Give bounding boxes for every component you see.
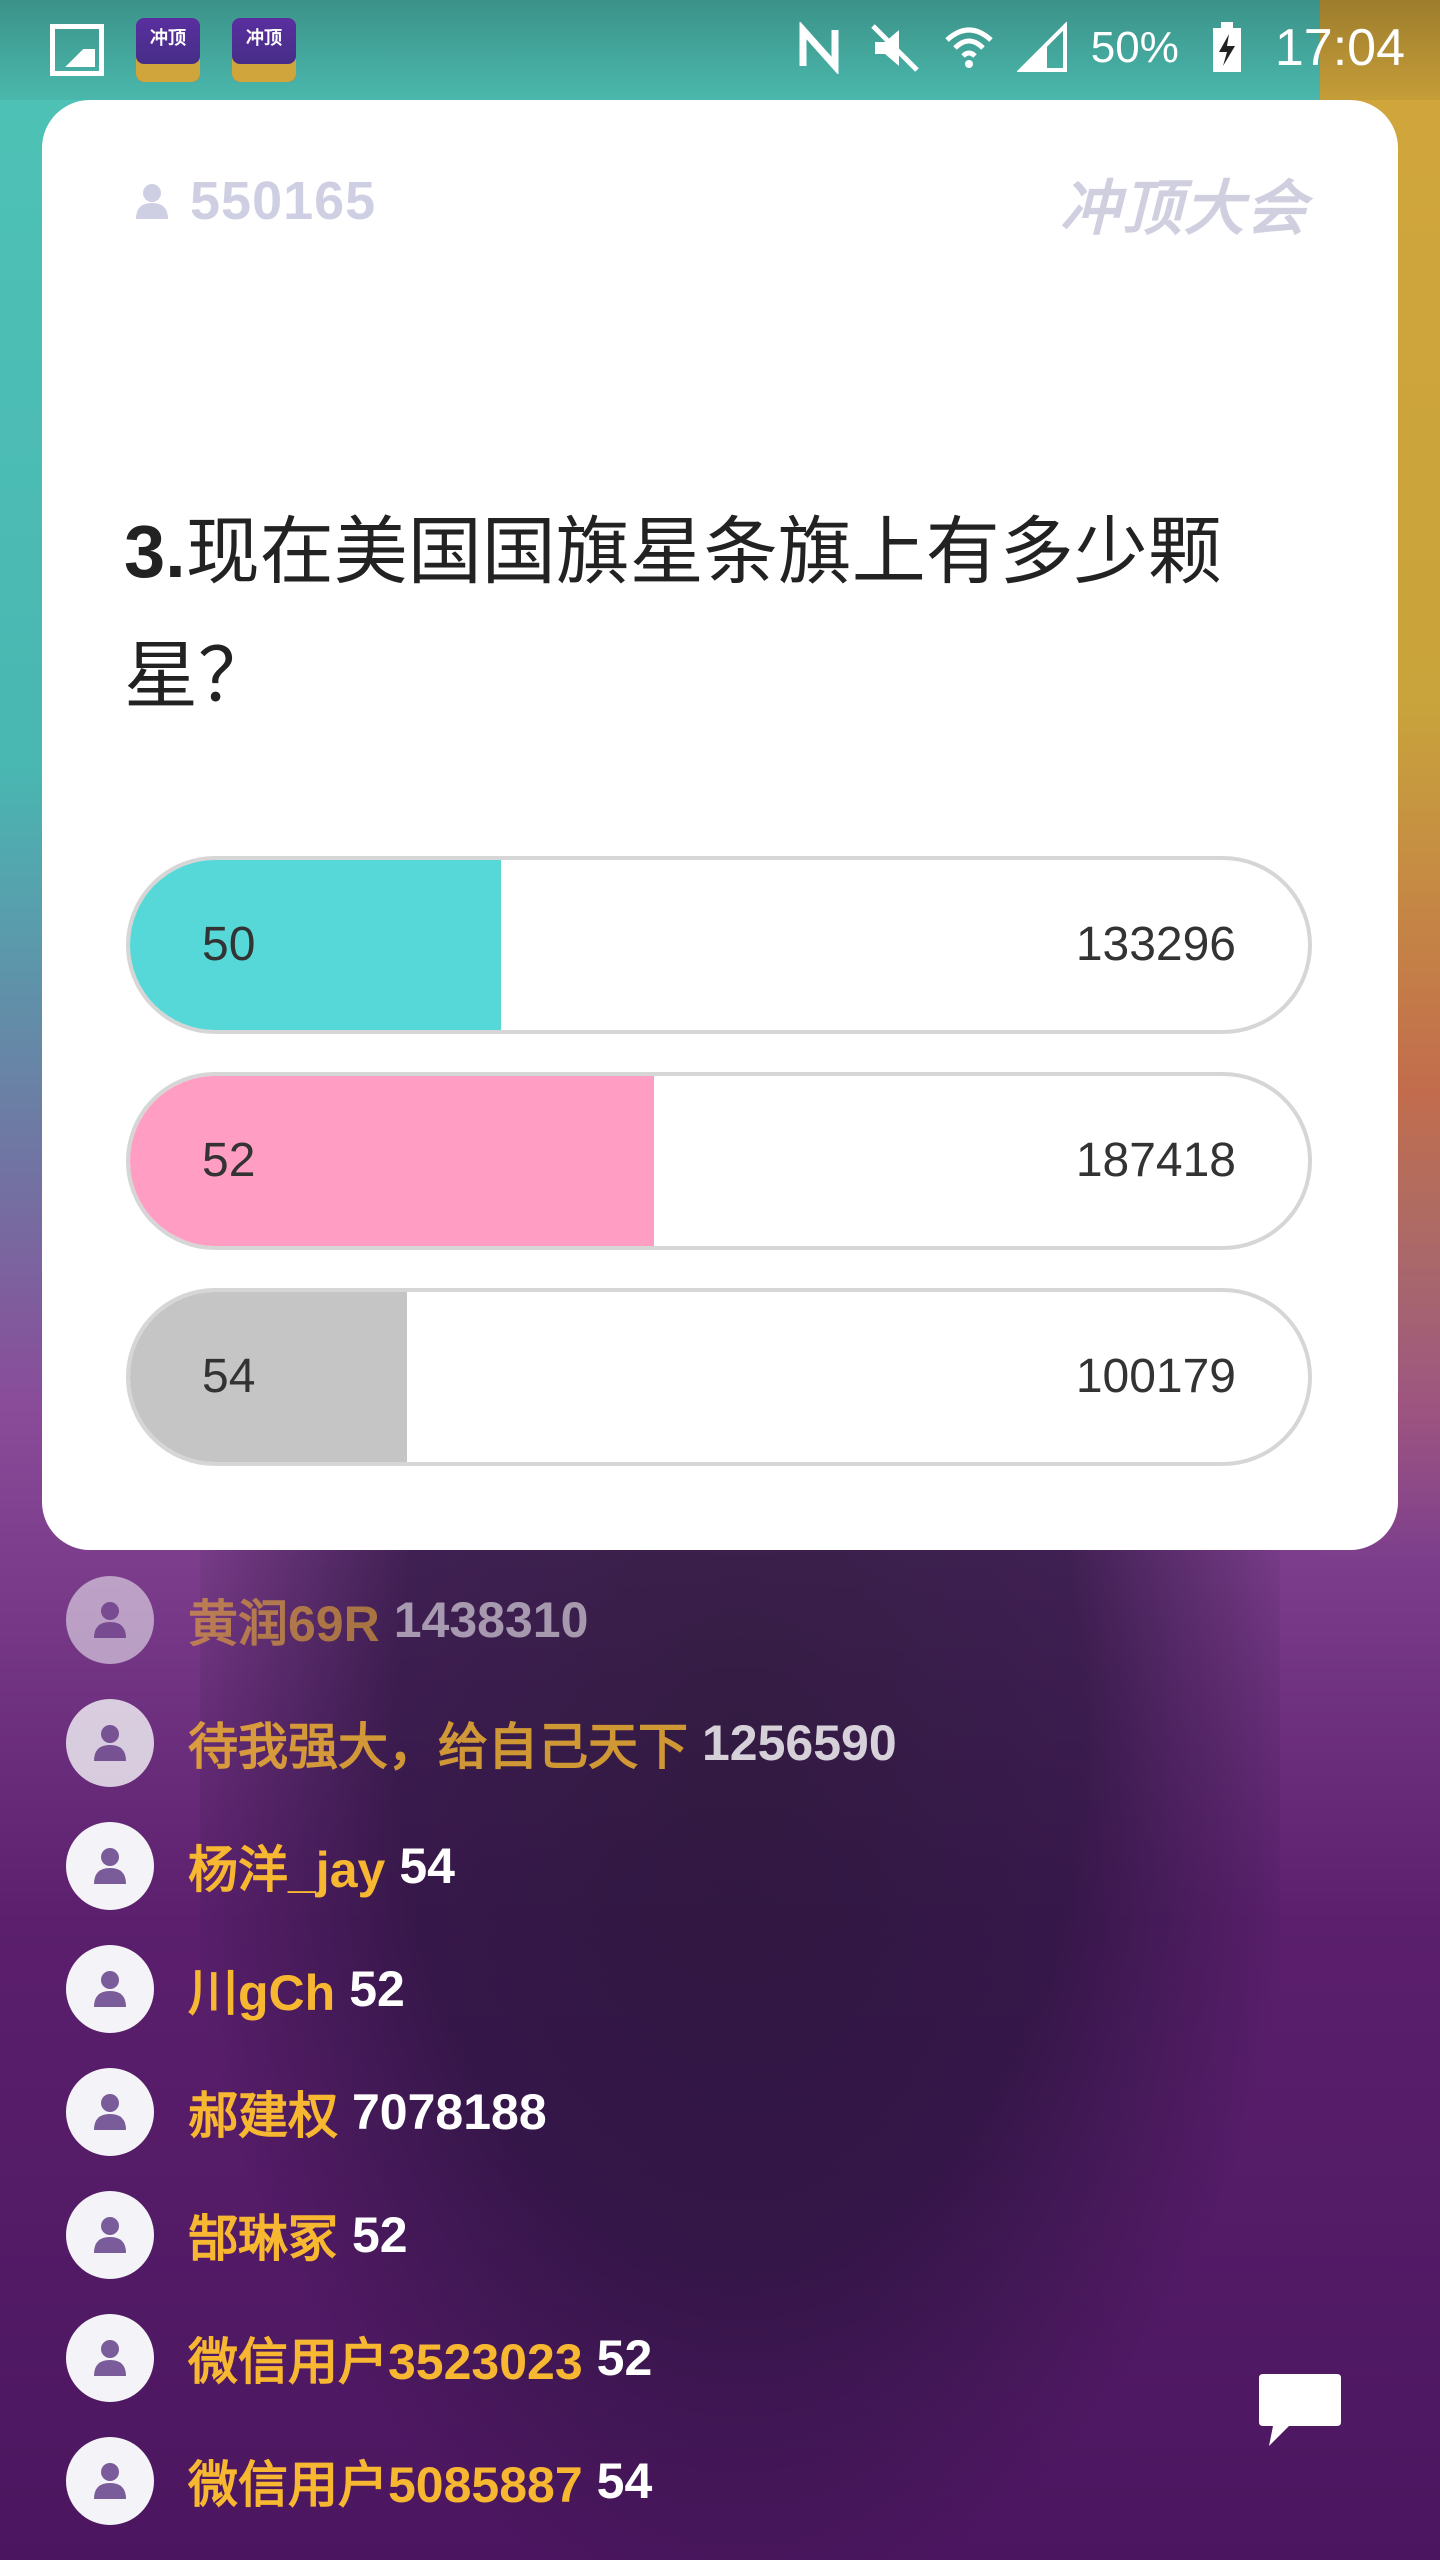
comment-answer: 52 [352,2207,408,2263]
comment-item: 微信用户3523023 52 [66,2308,652,2408]
person-icon [136,184,168,219]
app-icon: 冲顶 [232,18,296,82]
question-text: 3.现在美国国旗星条旗上有多少颗星？ [124,490,1324,738]
signal-icon [1016,22,1067,72]
comment-username: 郝建权 [188,2088,338,2144]
comment-answer: 7078188 [352,2084,547,2140]
comment-item: 川gCh 52 [66,1939,405,2039]
nfc-icon [799,22,839,74]
comment-answer: 54 [399,1838,455,1894]
quiz-card: 550165 冲顶大会 3.现在美国国旗星条旗上有多少颗星？ 50 133296… [42,100,1398,1550]
system-status: 50% 17:04 [795,18,1405,78]
comment-username: 微信用户5085887 [188,2457,583,2513]
person-icon [94,2094,126,2130]
answer-label: 50 [202,918,256,971]
answer-label: 52 [202,1134,256,1187]
answer-option[interactable]: 54 100179 [126,1288,1312,1466]
viewer-count-row: 550165 [132,170,376,232]
comment-answer: 52 [596,2330,653,2386]
person-icon [94,1725,126,1761]
question-number: 3. [124,510,186,593]
avatar [66,2191,154,2279]
comment-username: 川gCh [188,1965,336,2021]
avatar [66,1822,154,1910]
brand-logo: 冲顶大会 [1060,175,1308,242]
answer-count: 187418 [1075,1134,1236,1187]
person-icon [94,2463,126,2499]
comment-answer: 1438310 [393,1592,589,1648]
answer-count: 100179 [1075,1350,1236,1403]
viewer-count: 550165 [190,171,377,231]
comment-username: 微信用户3523023 [188,2334,583,2390]
answer-option[interactable]: 52 187418 [126,1072,1312,1250]
person-icon [94,2217,126,2253]
battery-percent: 50% [1090,23,1179,72]
avatar [66,1699,154,1787]
comment-username: 郜琳冢 [188,2211,338,2267]
comment-answer: 52 [349,1961,405,2017]
comment-username: 待我强大，给自己天下 [188,1719,688,1775]
avatar [66,1576,154,1664]
answer-bar-fill [130,1292,407,1462]
comment-answer: 1256590 [702,1715,897,1771]
battery-charging-icon [1212,22,1241,72]
wifi-icon [945,27,993,68]
comment-item: 郜琳冢 52 [66,2185,408,2285]
comment-username: 黄润69R [188,1596,380,1652]
avatar [66,1945,154,2033]
person-icon [94,1848,126,1884]
chat-button[interactable] [1255,2370,1345,2450]
person-icon [94,1971,126,2007]
answer-label: 54 [202,1350,256,1403]
comment-item: 杨洋_jay 54 [66,1816,455,1916]
gallery-icon [50,24,104,76]
avatar [66,2314,154,2402]
person-icon [94,1602,126,1638]
answer-bar-fill [130,860,502,1030]
comment-answer: 54 [596,2453,653,2509]
comment-item: 待我强大，给自己天下 1256590 [66,1693,897,1793]
clock: 17:04 [1274,19,1405,77]
comment-username: 杨洋_jay [188,1842,386,1898]
mute-icon [871,24,919,72]
answer-count: 133296 [1075,918,1236,971]
question-body: 现在美国国旗星条旗上有多少颗星？ [124,510,1222,717]
app-icon: 冲顶 [136,18,200,82]
person-icon [94,2340,126,2376]
comment-item: 郝建权 7078188 [66,2062,547,2162]
comment-item: 微信用户5085887 54 [66,2431,652,2531]
answer-option[interactable]: 50 133296 [126,856,1312,1034]
avatar [66,2437,154,2525]
status-bar: 冲顶 冲顶 50% 17:04 [0,0,1440,100]
comment-item: 黄润69R 1438310 [66,1570,588,1670]
notification-icons: 冲顶 冲顶 [50,18,296,82]
avatar [66,2068,154,2156]
